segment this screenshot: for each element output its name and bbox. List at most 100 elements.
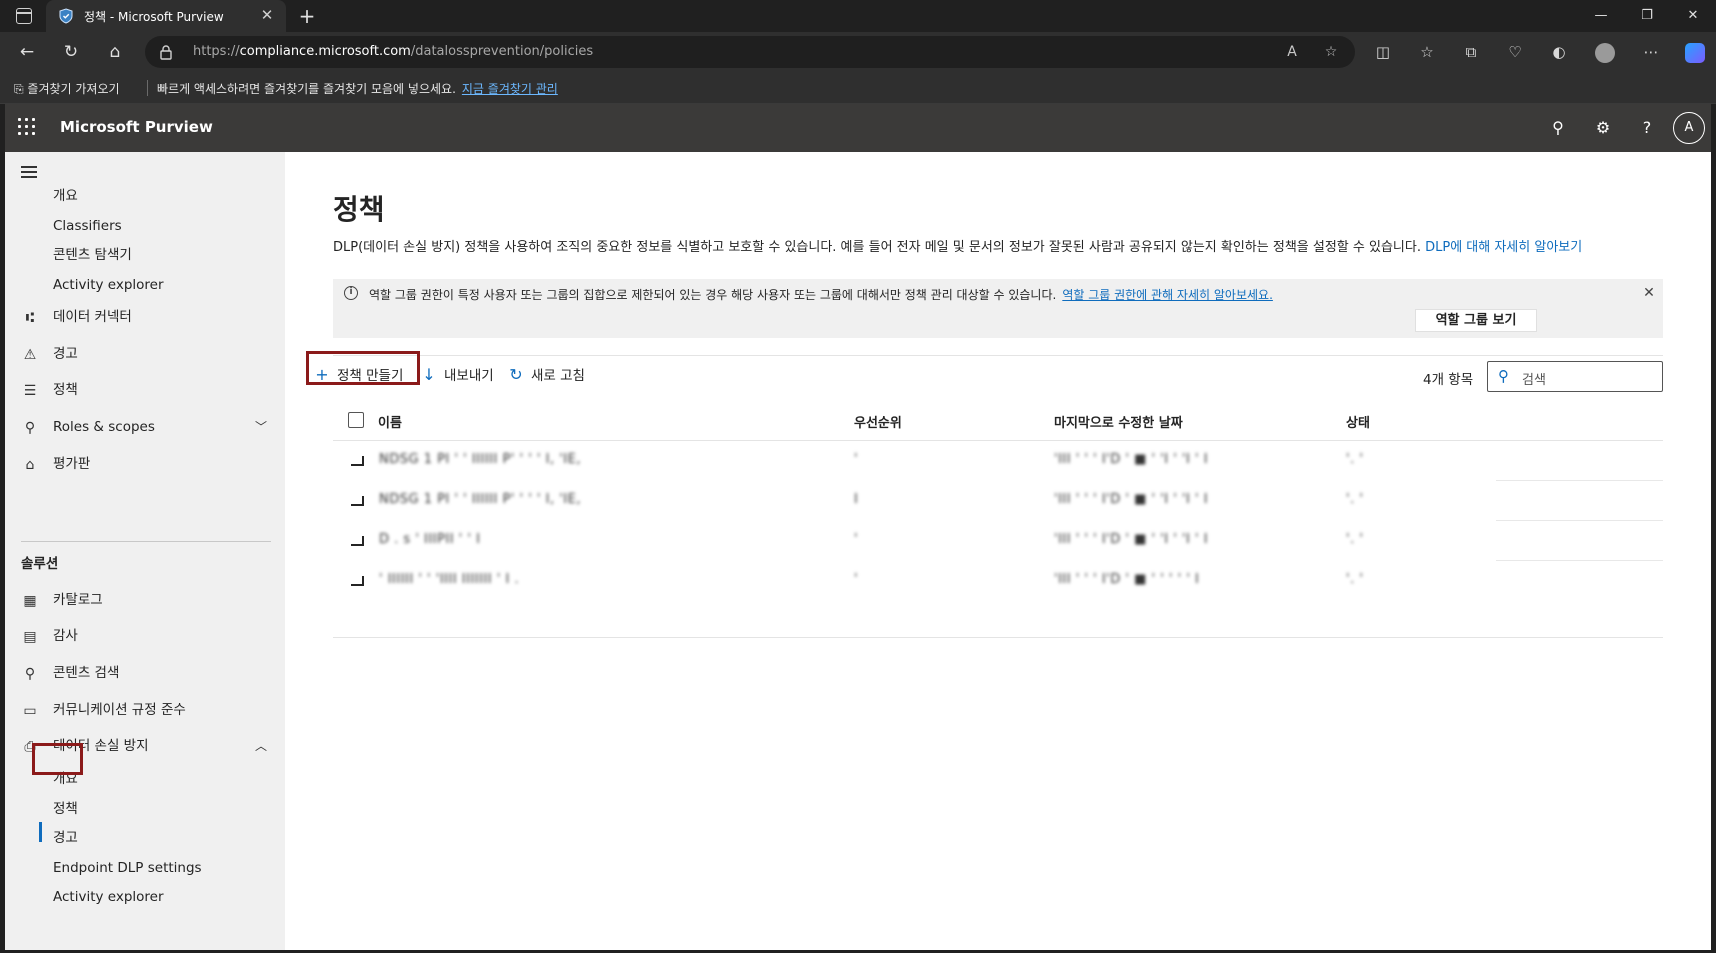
address-bar[interactable]: https://compliance.microsoft.com/datalos… — [145, 36, 1355, 68]
nav-item-dlp-alerts[interactable]: 경고 — [5, 822, 285, 854]
browser-toolbar: ← ↻ ⌂ https://compliance.microsoft.com/d… — [0, 32, 1716, 72]
user-avatar[interactable]: A — [1673, 112, 1705, 144]
browser-essentials-icon[interactable]: ♡ — [1500, 37, 1530, 67]
create-policy-button[interactable]: + 정책 만들기 — [313, 360, 403, 390]
column-header-priority[interactable]: 우선순위 — [854, 412, 902, 431]
column-header-name[interactable]: 이름 — [378, 412, 402, 431]
table-row[interactable]: ' IIIIII ' ' 'IIII IIIIIII ' I . ' 'III … — [333, 561, 1663, 601]
nav-item-policies[interactable]: ☰ 정책 — [5, 374, 285, 406]
restore-button[interactable]: ❐ — [1624, 0, 1670, 32]
nav-item-dlp-overview[interactable]: 개요 — [5, 763, 285, 795]
search-input[interactable]: ⚲ 검색 — [1487, 361, 1663, 392]
feedback-icon[interactable]: ⚲ — [1544, 114, 1572, 142]
row-select-icon[interactable] — [351, 496, 364, 506]
chevron-up-icon[interactable]: ︿ — [255, 730, 267, 762]
more-options-icon[interactable]: ⋯ — [1636, 37, 1666, 67]
collections-icon[interactable]: ⧉ — [1456, 37, 1486, 67]
new-tab-button[interactable]: + — [294, 3, 320, 29]
read-aloud-icon[interactable]: A — [1281, 41, 1303, 63]
audit-icon: ▤ — [23, 629, 37, 645]
tab-close-icon[interactable]: ✕ — [256, 4, 278, 26]
nav-item-catalog[interactable]: ▦ 카탈로그 — [5, 584, 285, 616]
home-icon[interactable]: ⌂ — [100, 37, 130, 67]
row-select-icon[interactable] — [351, 536, 364, 546]
nav-item-alerts[interactable]: ⚠ 경고 — [5, 338, 285, 370]
nav-item-content-search[interactable]: ⚲ 콘텐츠 검색 — [5, 657, 285, 689]
policy-modified: 'III ' ' ' I'D ' ■ ' 'I ' 'I ' I — [1054, 452, 1209, 467]
chevron-down-icon[interactable]: ﹀ — [255, 411, 267, 443]
manage-favorites-link[interactable]: 지금 즐겨찾기 관리 — [462, 82, 558, 96]
policy-status: '. ' — [1346, 532, 1364, 547]
refresh-icon: ↻ — [509, 365, 523, 384]
table-row[interactable]: D . s ' IIIPII ' ' I ' 'III ' ' ' I'D ' … — [333, 521, 1663, 561]
nav-divider — [21, 541, 271, 542]
browser-tab[interactable]: 정책 - Microsoft Purview ✕ — [46, 0, 286, 32]
copilot-icon[interactable] — [1680, 37, 1710, 67]
nav-item-audit[interactable]: ▤ 감사 — [5, 620, 285, 652]
edge-icon[interactable]: ◐ — [1544, 37, 1574, 67]
nav-item-activity-explorer[interactable]: Activity explorer — [5, 269, 285, 301]
refresh-button[interactable]: ↻ 새로 고침 — [507, 360, 585, 390]
info-message-bar: i 역할 그룹 권한이 특정 사용자 또는 그룹의 집합으로 제한되어 있는 경… — [333, 279, 1663, 338]
collapse-nav-icon[interactable] — [21, 166, 39, 180]
page-title: 정책 — [333, 193, 385, 226]
nav-item-endpoint-dlp-settings[interactable]: Endpoint DLP settings — [5, 852, 285, 884]
view-role-groups-button[interactable]: 역할 그룹 보기 — [1415, 309, 1537, 332]
nav-item-label: Activity explorer — [53, 277, 164, 293]
nav-item-trials[interactable]: ⌂ 평가판 — [5, 448, 285, 480]
column-header-status[interactable]: 상태 — [1346, 412, 1370, 431]
nav-item-label: 정책 — [53, 801, 78, 817]
policy-modified: 'III ' ' ' I'D ' ■ ' ' ' ' ' I — [1054, 572, 1200, 587]
role-group-learn-more-link[interactable]: 역할 그룹 권한에 관해 자세히 알아보세요. — [1062, 288, 1273, 302]
table-bottom-border — [333, 637, 1663, 638]
nav-item-roles-scopes[interactable]: ⚲ Roles & scopes ﹀ — [5, 411, 285, 443]
nav-item-label: 카탈로그 — [53, 592, 103, 608]
profile-icon[interactable] — [1590, 37, 1620, 67]
app-name[interactable]: Microsoft Purview — [60, 118, 213, 136]
table-row[interactable]: NDSG 1 PI ' ' IIIIII P' ' ' ' I, 'IE, ' … — [333, 441, 1663, 481]
row-select-icon[interactable] — [351, 456, 364, 466]
nav-item-classifiers[interactable]: Classifiers — [5, 210, 285, 242]
favorites-message-text: 빠르게 액세스하려면 즐겨찾기를 즐겨찾기 모음에 넣으세요. — [157, 82, 456, 96]
split-screen-icon[interactable]: ◫ — [1368, 37, 1398, 67]
learn-more-dlp-link[interactable]: DLP에 대해 자세히 알아보기 — [1425, 240, 1582, 255]
close-window-button[interactable]: ✕ — [1670, 0, 1716, 32]
nav-item-label: 정책 — [53, 382, 78, 398]
create-policy-label: 정책 만들기 — [337, 368, 404, 384]
lock-icon — [160, 45, 172, 60]
refresh-icon[interactable]: ↻ — [56, 37, 86, 67]
nav-item-label: 감사 — [53, 628, 78, 644]
alert-icon: ⚠ — [23, 347, 37, 363]
nav-item-content-explorer[interactable]: 콘텐츠 탐색기 — [5, 239, 285, 271]
settings-gear-icon[interactable]: ⚙ — [1589, 114, 1617, 142]
nav-item-communication-compliance[interactable]: ▭ 커뮤니케이션 규정 준수 — [5, 694, 285, 726]
nav-item-data-connectors[interactable]: ⑆ 데이터 커넥터 — [5, 301, 285, 333]
export-button[interactable]: ↓ 내보내기 — [420, 360, 493, 390]
page-description: DLP(데이터 손실 방지) 정책을 사용하여 조직의 중요한 정보를 식별하고… — [333, 239, 1653, 256]
data-connector-icon: ⑆ — [25, 310, 35, 326]
app-launcher-icon[interactable] — [18, 118, 38, 138]
minimize-button[interactable]: — — [1578, 0, 1624, 32]
import-favorites-button[interactable]: ⎘ 즐겨찾기 가져오기 — [14, 80, 120, 97]
dismiss-icon[interactable]: ✕ — [1639, 283, 1659, 303]
column-header-last-modified[interactable]: 마지막으로 수정한 날짜 — [1054, 412, 1183, 431]
help-icon[interactable]: ? — [1633, 114, 1661, 142]
tab-actions-icon[interactable] — [16, 8, 32, 24]
policy-priority: I — [854, 492, 859, 507]
row-select-icon[interactable] — [351, 576, 364, 586]
policy-status: '. ' — [1346, 572, 1364, 587]
nav-item-label: 경고 — [53, 830, 78, 846]
nav-item-dlp[interactable]: ⎙ 데이터 손실 방지 ︿ — [5, 730, 285, 762]
table-row[interactable]: NDSG 1 PI ' ' IIIIII P' ' ' ' I, 'IE, I … — [333, 481, 1663, 521]
nav-item-overview[interactable]: 개요 — [5, 180, 285, 212]
import-favorites-icon: ⎘ — [14, 82, 28, 96]
nav-item-label: 평가판 — [53, 456, 91, 472]
nav-item-dlp-policies[interactable]: 정책 — [5, 793, 285, 825]
favorites-icon[interactable]: ☆ — [1412, 37, 1442, 67]
nav-item-dlp-activity-explorer[interactable]: Activity explorer — [5, 881, 285, 913]
back-arrow-icon[interactable]: ← — [12, 37, 42, 67]
app-header: Microsoft Purview ⚲ ⚙ ? A — [5, 104, 1711, 152]
favorite-star-icon[interactable]: ☆ — [1320, 41, 1342, 63]
select-all-checkbox[interactable] — [348, 412, 364, 428]
nav-item-label: Endpoint DLP settings — [53, 860, 202, 876]
